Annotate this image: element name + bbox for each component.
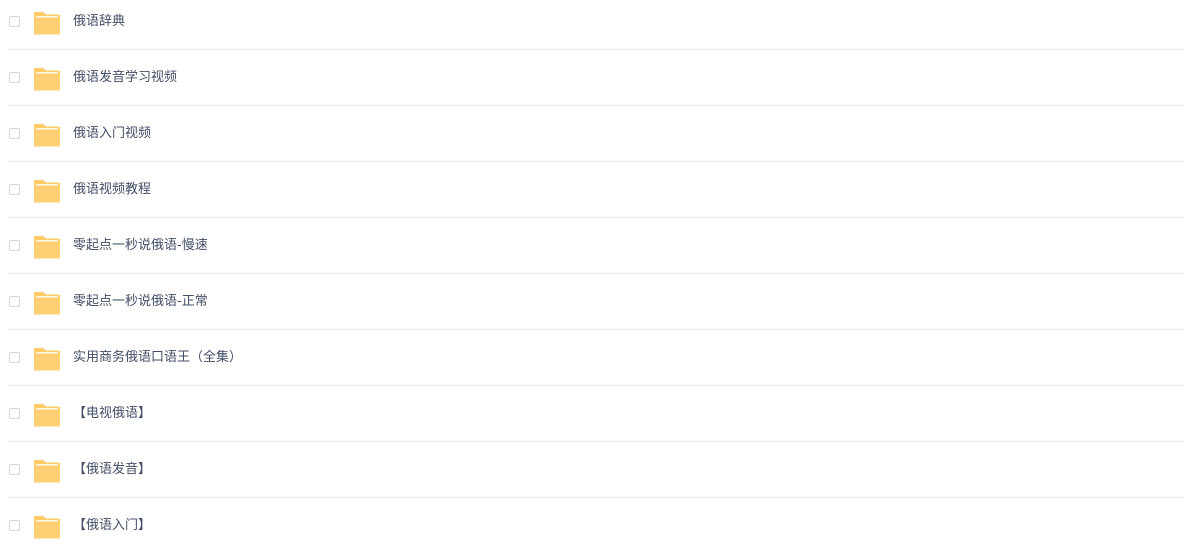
list-item[interactable]: 【俄语入门】 [0,498,1184,554]
row-checkbox[interactable] [9,408,20,419]
folder-icon [34,348,60,371]
list-item[interactable]: 俄语发音学习视频 [0,50,1184,106]
file-name[interactable]: 俄语辞典 [73,14,125,30]
folder-icon [34,460,60,483]
list-item[interactable]: 【电视俄语】 [0,386,1184,442]
list-item[interactable]: 俄语辞典 [0,0,1184,50]
list-item[interactable]: 零起点一秒说俄语-慢速 [0,218,1184,274]
file-name[interactable]: 【俄语入门】 [73,518,151,534]
folder-icon [34,236,60,259]
list-item[interactable]: 俄语入门视频 [0,106,1184,162]
row-checkbox[interactable] [9,464,20,475]
list-item[interactable]: 【俄语发音】 [0,442,1184,498]
file-name[interactable]: 实用商务俄语口语王（全集） [73,350,242,366]
file-list: 俄语辞典 俄语发音学习视频 俄语入门视频 俄语视频教程 零起点一秒说俄语-慢速 … [0,0,1184,554]
folder-icon [34,404,60,427]
list-item[interactable]: 实用商务俄语口语王（全集） [0,330,1184,386]
list-item[interactable]: 零起点一秒说俄语-正常 [0,274,1184,330]
folder-icon [34,292,60,315]
file-name[interactable]: 俄语视频教程 [73,182,151,198]
folder-icon [34,516,60,539]
row-checkbox[interactable] [9,240,20,251]
file-name[interactable]: 零起点一秒说俄语-慢速 [73,238,208,254]
row-checkbox[interactable] [9,72,20,83]
file-name[interactable]: 零起点一秒说俄语-正常 [73,294,208,310]
row-checkbox[interactable] [9,520,20,531]
file-name[interactable]: 俄语入门视频 [73,126,151,142]
row-checkbox[interactable] [9,352,20,363]
folder-icon [34,180,60,203]
file-name[interactable]: 【电视俄语】 [73,406,151,422]
row-checkbox[interactable] [9,184,20,195]
row-checkbox[interactable] [9,296,20,307]
list-item[interactable]: 俄语视频教程 [0,162,1184,218]
folder-icon [34,68,60,91]
row-checkbox[interactable] [9,128,20,139]
row-checkbox[interactable] [9,16,20,27]
file-name[interactable]: 【俄语发音】 [73,462,151,478]
file-name[interactable]: 俄语发音学习视频 [73,70,177,86]
folder-icon [34,12,60,35]
folder-icon [34,124,60,147]
